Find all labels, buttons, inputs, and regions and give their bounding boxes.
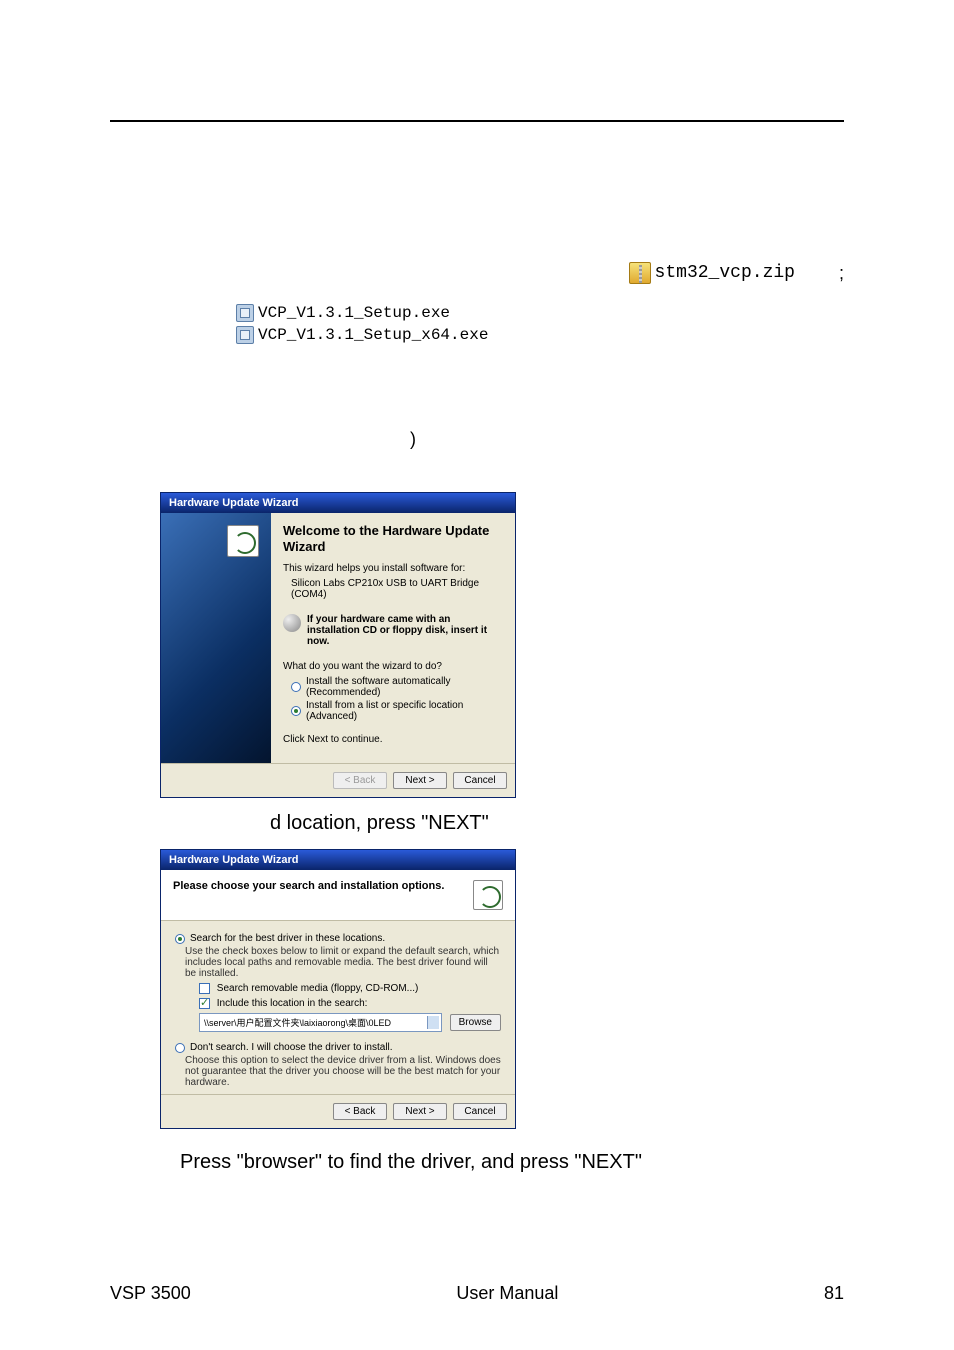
back-button: < Back (333, 772, 387, 789)
checkbox-icon (199, 998, 210, 1009)
location-path-input[interactable]: \\server\用户配置文件夹\laixiaorong\桌面\0LED (199, 1013, 442, 1032)
footer-center: User Manual (456, 1283, 558, 1304)
radio-label: Don't search. I will choose the driver t… (190, 1042, 393, 1053)
checkbox-icon (199, 983, 210, 994)
checkbox-removable-media[interactable]: Search removable media (floppy, CD-ROM..… (199, 983, 501, 994)
instruction-between: d location, press "NEXT" (270, 812, 844, 835)
cancel-button[interactable]: Cancel (453, 772, 507, 789)
instruction-after: Press "browser" to find the driver, and … (180, 1151, 844, 1174)
radio-icon (291, 706, 301, 716)
radio-label: Install the software automatically (Reco… (306, 676, 503, 698)
wizard-question: What do you want the wizard to do? (283, 661, 503, 672)
wizard-titlebar: Hardware Update Wizard (161, 850, 515, 870)
zip-line: stm32_vcp.zip ; (110, 262, 844, 284)
page-footer: VSP 3500 User Manual 81 (110, 1283, 844, 1304)
radio-icon (175, 1043, 185, 1053)
browse-button[interactable]: Browse (450, 1014, 501, 1031)
radio-icon (291, 682, 301, 692)
dont-search-description: Choose this option to select the device … (185, 1055, 501, 1088)
back-button[interactable]: < Back (333, 1103, 387, 1120)
cd-hint: If your hardware came with an installati… (307, 614, 503, 647)
dropdown-icon[interactable] (427, 1016, 439, 1029)
radio-label: Search for the best driver in these loca… (190, 933, 385, 944)
install-icon (227, 525, 259, 557)
exe-filename-1: VCP_V1.3.1_Setup.exe (258, 302, 450, 324)
click-next-hint: Click Next to continue. (283, 734, 503, 745)
stray-paren: ) (410, 429, 416, 449)
cancel-button[interactable]: Cancel (453, 1103, 507, 1120)
path-value: \\server\用户配置文件夹\laixiaorong\桌面\0LED (204, 1018, 391, 1028)
hardware-wizard-welcome: Hardware Update Wizard Welcome to the Ha… (160, 492, 516, 798)
wizard-titlebar: Hardware Update Wizard (161, 493, 515, 513)
zip-file: stm32_vcp.zip (629, 262, 795, 284)
checkbox-include-location[interactable]: Include this location in the search: (199, 998, 501, 1009)
exe-file-list: VCP_V1.3.1_Setup.exe VCP_V1.3.1_Setup_x6… (236, 302, 844, 346)
checkbox-label: Search removable media (floppy, CD-ROM..… (217, 983, 419, 994)
wizard-intro: This wizard helps you install software f… (283, 563, 503, 574)
zip-icon (629, 262, 651, 284)
device-name: Silicon Labs CP210x USB to UART Bridge (… (291, 578, 503, 600)
top-rule (110, 120, 844, 122)
hardware-wizard-options: Hardware Update Wizard Please choose you… (160, 849, 516, 1129)
exe-filename-2: VCP_V1.3.1_Setup_x64.exe (258, 324, 488, 346)
radio-search-best[interactable]: Search for the best driver in these loca… (175, 933, 501, 944)
cd-icon (283, 614, 301, 632)
radio-dont-search[interactable]: Don't search. I will choose the driver t… (175, 1042, 501, 1053)
exe-icon (236, 304, 254, 322)
exe-icon (236, 326, 254, 344)
next-button[interactable]: Next > (393, 1103, 447, 1120)
radio-install-list[interactable]: Install from a list or specific location… (291, 700, 503, 722)
wizard-heading: Welcome to the Hardware Update Wizard (283, 523, 503, 555)
footer-page-number: 81 (824, 1283, 844, 1304)
zip-filename: stm32_vcp.zip (655, 263, 795, 283)
search-description: Use the check boxes below to limit or ex… (185, 946, 501, 979)
wizard-side-graphic (161, 513, 271, 763)
checkbox-label: Include this location in the search: (217, 998, 368, 1009)
radio-icon (175, 934, 185, 944)
install-icon (473, 880, 503, 910)
footer-left: VSP 3500 (110, 1283, 191, 1304)
zip-tail: ; (839, 263, 844, 284)
radio-install-auto[interactable]: Install the software automatically (Reco… (291, 676, 503, 698)
next-button[interactable]: Next > (393, 772, 447, 789)
radio-label: Install from a list or specific location… (306, 700, 503, 722)
wizard-subheading: Please choose your search and installati… (173, 880, 444, 892)
